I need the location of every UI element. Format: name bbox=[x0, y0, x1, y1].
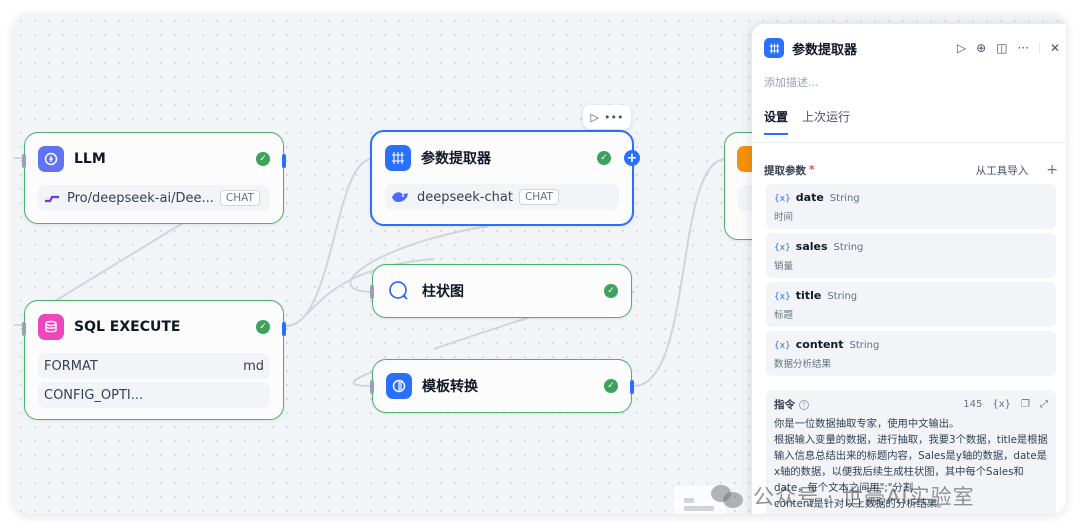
check-icon: ✓ bbox=[597, 151, 611, 165]
extractor-model-name: deepseek-chat bbox=[417, 189, 513, 205]
param-name: date bbox=[795, 191, 824, 204]
sql-execute-node[interactable]: SQL EXECUTE ✓ FORMAT md CONFIG_OPTI... bbox=[22, 300, 286, 420]
check-icon: ✓ bbox=[256, 320, 270, 334]
tabs-divider bbox=[752, 142, 1066, 143]
watermark-text: 公众号 · 世豪AI实验室 bbox=[753, 485, 975, 509]
param-name: sales bbox=[795, 240, 828, 253]
bar-chart-input-handle[interactable] bbox=[370, 285, 374, 299]
llm-model-name: Pro/deepseek-ai/Dee... bbox=[67, 190, 214, 206]
sql-format-row[interactable]: FORMAT md bbox=[38, 353, 270, 379]
sql-config-label: CONFIG_OPTI... bbox=[44, 387, 144, 403]
param-desc: 标题 bbox=[774, 310, 794, 321]
template-output-handle[interactable] bbox=[630, 380, 634, 394]
sql-input-handle[interactable] bbox=[22, 322, 26, 336]
insert-variable-button[interactable]: {x} bbox=[992, 399, 1011, 410]
param-desc: 销量 bbox=[774, 261, 794, 272]
sql-output-handle[interactable] bbox=[282, 322, 286, 336]
panel-title: 参数提取器 bbox=[792, 42, 858, 58]
sql-node-title: SQL EXECUTE bbox=[74, 319, 181, 335]
bar-chart-node[interactable]: 柱状图 ✓ bbox=[370, 264, 632, 318]
settings-panel[interactable]: 参数提取器 ▷ ⊕ ◫ ··· ✕ 添加描述... 设置 上次运行 提取参数 *… bbox=[752, 24, 1066, 514]
sql-format-value: md bbox=[243, 358, 264, 374]
tab-last-run[interactable]: 上次运行 bbox=[802, 108, 850, 135]
param-type: String bbox=[849, 340, 880, 351]
check-icon: ✓ bbox=[604, 284, 618, 298]
param-type: String bbox=[833, 242, 864, 253]
tab-settings[interactable]: 设置 bbox=[764, 108, 789, 135]
help-icon[interactable]: ? bbox=[799, 399, 809, 410]
param-item-sales[interactable]: {x} sales String 销量 bbox=[766, 233, 1056, 278]
param-item-content[interactable]: {x} content String 数据分析结果 bbox=[766, 331, 1056, 376]
template-node[interactable]: 模板转换 ✓ bbox=[370, 359, 634, 413]
add-node-plus-icon[interactable]: + bbox=[624, 150, 640, 166]
template-icon bbox=[386, 373, 412, 399]
play-icon[interactable]: ▷ bbox=[591, 111, 599, 124]
extractor-icon bbox=[764, 38, 784, 58]
variable-icon: {x} bbox=[774, 341, 791, 351]
llm-input-handle[interactable] bbox=[22, 154, 26, 168]
extractor-node[interactable]: 参数提取器 ✓ deepseek-chat CHAT bbox=[370, 130, 634, 226]
llm-model-row[interactable]: Pro/deepseek-ai/Dee... CHAT bbox=[38, 185, 270, 211]
sql-config-row[interactable]: CONFIG_OPTI... bbox=[38, 382, 270, 408]
required-marker: * bbox=[809, 164, 815, 176]
toolbar-divider bbox=[1038, 42, 1040, 54]
extractor-mode-tag: CHAT bbox=[518, 189, 559, 205]
database-icon bbox=[38, 314, 64, 340]
template-node-title: 模板转换 bbox=[422, 379, 478, 395]
params-section-label: 提取参数 bbox=[764, 164, 806, 177]
template-input-handle[interactable] bbox=[370, 380, 374, 394]
extractor-model-row[interactable]: deepseek-chat CHAT bbox=[385, 184, 619, 210]
expand-icon[interactable]: ⤢ bbox=[1040, 399, 1048, 410]
wechat-icon bbox=[711, 483, 745, 509]
description-input[interactable]: 添加描述... bbox=[764, 74, 819, 90]
extractor-icon bbox=[385, 145, 411, 171]
variable-icon: {x} bbox=[774, 194, 791, 204]
add-param-plus-icon[interactable]: + bbox=[1046, 162, 1058, 178]
import-from-tool-button[interactable]: 从工具导入 bbox=[976, 163, 1029, 178]
copy-icon[interactable]: ❐ bbox=[1021, 399, 1030, 410]
play-icon[interactable]: ▷ bbox=[957, 41, 966, 55]
params-section-header: 提取参数 * 从工具导入 + bbox=[764, 162, 1058, 178]
param-desc: 数据分析结果 bbox=[774, 359, 832, 370]
node-toolbar: ▷ ••• bbox=[583, 105, 631, 129]
param-name: content bbox=[795, 338, 844, 351]
more-icon[interactable]: ··· bbox=[1017, 41, 1028, 55]
check-icon: ✓ bbox=[256, 152, 270, 166]
variable-icon: {x} bbox=[774, 292, 791, 302]
workflow-canvas[interactable]: LLM ✓ Pro/deepseek-ai/Dee... CHAT SQL EX… bbox=[14, 14, 1066, 514]
watermark: 公众号 · 世豪AI实验室 bbox=[711, 481, 975, 511]
llm-node-title: LLM bbox=[74, 151, 106, 167]
help-icon[interactable]: ⊕ bbox=[976, 41, 986, 55]
param-item-title[interactable]: {x} title String 标题 bbox=[766, 282, 1056, 327]
llm-output-handle[interactable] bbox=[282, 154, 286, 168]
extractor-node-title: 参数提取器 bbox=[421, 151, 491, 167]
param-type: String bbox=[827, 291, 858, 302]
char-count: 145 bbox=[963, 399, 983, 410]
deepseek-icon bbox=[392, 192, 408, 202]
llm-node[interactable]: LLM ✓ Pro/deepseek-ai/Dee... CHAT bbox=[22, 132, 286, 224]
param-desc: 时间 bbox=[774, 212, 794, 223]
provider-icon bbox=[45, 195, 59, 203]
book-icon[interactable]: ◫ bbox=[996, 41, 1007, 55]
sql-format-label: FORMAT bbox=[44, 358, 98, 374]
check-icon: ✓ bbox=[604, 379, 618, 393]
panel-tabs: 设置 上次运行 bbox=[764, 108, 850, 135]
instruction-label: 指令 bbox=[774, 399, 795, 411]
llm-icon bbox=[38, 146, 64, 172]
variable-icon: {x} bbox=[774, 243, 791, 253]
param-name: title bbox=[795, 289, 822, 302]
param-item-date[interactable]: {x} date String 时间 bbox=[766, 184, 1056, 229]
llm-mode-tag: CHAT bbox=[219, 190, 260, 206]
close-icon[interactable]: ✕ bbox=[1050, 41, 1060, 55]
bar-chart-icon bbox=[386, 278, 412, 304]
bar-chart-node-title: 柱状图 bbox=[422, 284, 464, 300]
more-icon[interactable]: ••• bbox=[604, 111, 623, 124]
param-type: String bbox=[829, 193, 860, 204]
